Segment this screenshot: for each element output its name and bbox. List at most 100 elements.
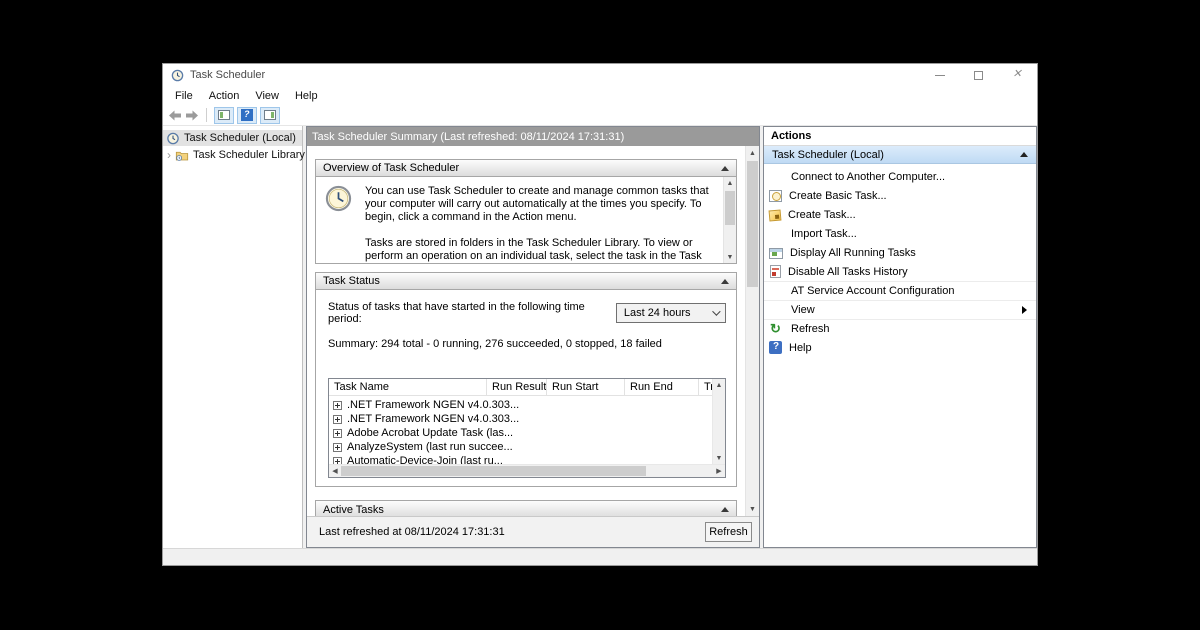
task-name-cell: .NET Framework NGEN v4.0.303... [347, 399, 519, 411]
scrollbar-thumb[interactable] [747, 161, 758, 287]
summary-footer: Last refreshed at 08/11/2024 17:31:31 Re… [307, 516, 759, 547]
expand-plus-icon[interactable] [333, 429, 342, 438]
overview-scrollbar[interactable] [723, 177, 736, 263]
scroll-up-icon[interactable] [724, 177, 736, 189]
action-item[interactable]: Create Task... [764, 205, 1036, 224]
forward-button[interactable] [185, 109, 199, 121]
table-horizontal-scrollbar[interactable] [329, 464, 725, 477]
minimize-button[interactable] [920, 64, 959, 86]
table-column-header[interactable]: Run End [625, 379, 699, 395]
refresh-button[interactable]: Refresh [705, 522, 752, 542]
chevron-right-icon[interactable]: › [167, 150, 171, 160]
console-body: Task Scheduler (Local) › Task Scheduler … [163, 126, 1037, 548]
action-item-label: View [791, 304, 815, 316]
summary-vertical-scrollbar[interactable] [745, 146, 759, 516]
overview-section-header[interactable]: Overview of Task Scheduler [316, 160, 736, 177]
scroll-up-icon[interactable] [746, 146, 759, 160]
action-icon [769, 190, 782, 202]
overview-text: You can use Task Scheduler to create and… [358, 177, 723, 263]
scroll-down-icon[interactable] [724, 251, 736, 263]
menu-item[interactable]: Action [201, 90, 248, 102]
tree-item-label: Task Scheduler (Local) [184, 132, 296, 144]
collapse-icon[interactable] [721, 507, 729, 512]
expand-plus-icon[interactable] [333, 401, 342, 410]
table-row[interactable]: Adobe Acrobat Update Task (las... [329, 426, 712, 440]
action-item[interactable]: Disable All Tasks History [764, 262, 1036, 281]
titlebar[interactable]: Task Scheduler [163, 64, 1037, 86]
scrollbar-track[interactable] [341, 465, 713, 477]
table-row[interactable]: .NET Framework NGEN v4.0.303... [329, 412, 712, 426]
scroll-up-icon[interactable] [713, 379, 725, 391]
maximize-button[interactable] [959, 64, 998, 86]
table-column-header[interactable]: Task Name [329, 379, 487, 395]
toolbar-separator [206, 108, 207, 122]
expand-plus-icon[interactable] [333, 457, 342, 465]
close-icon [1013, 70, 1023, 80]
close-button[interactable] [998, 64, 1037, 86]
desktop-background: Task Scheduler FileActionViewHelp [0, 0, 1200, 630]
toolbar [163, 105, 1037, 126]
maximize-icon [974, 71, 983, 80]
show-console-tree-button[interactable] [214, 107, 234, 124]
table-column-header[interactable]: Run Result [487, 379, 547, 395]
menu-item[interactable]: Help [287, 90, 326, 102]
table-column-header[interactable]: Run Start [547, 379, 625, 395]
action-item[interactable]: Import Task... [764, 224, 1036, 243]
task-name-cell: .NET Framework NGEN v4.0.303... [347, 413, 519, 425]
time-period-dropdown[interactable]: Last 24 hours [616, 303, 726, 323]
action-item[interactable]: Refresh [764, 319, 1036, 338]
tree-item-task-scheduler-local[interactable]: Task Scheduler (Local) [163, 130, 302, 146]
menubar: FileActionViewHelp [163, 86, 1037, 105]
window-title: Task Scheduler [190, 69, 265, 81]
action-icon [769, 303, 784, 317]
back-button[interactable] [168, 109, 182, 121]
action-item[interactable]: Connect to Another Computer... [764, 167, 1036, 186]
tree-item-task-scheduler-library[interactable]: › Task Scheduler Library [163, 147, 302, 163]
console-tree-icon [218, 110, 230, 120]
show-action-pane-button[interactable] [260, 107, 280, 124]
actions-list: Connect to Another Computer... Create Ba… [764, 164, 1036, 547]
overview-paragraph-1: You can use Task Scheduler to create and… [365, 185, 717, 224]
time-period-label: Status of tasks that have started in the… [328, 301, 616, 325]
action-item[interactable]: Create Basic Task... [764, 186, 1036, 205]
table-row[interactable]: AnalyzeSystem (last run succee... [329, 440, 712, 454]
scrollbar-thumb[interactable] [341, 466, 646, 476]
action-item-label: Create Task... [788, 209, 856, 221]
back-arrow-icon [168, 110, 182, 121]
scroll-down-icon[interactable] [713, 452, 725, 464]
collapse-icon[interactable] [721, 279, 729, 284]
action-icon [769, 248, 783, 259]
scrollbar-track[interactable] [724, 189, 736, 251]
help-toolbar-button[interactable] [237, 107, 257, 124]
action-icon [769, 284, 784, 298]
collapse-icon[interactable] [1020, 152, 1028, 157]
action-item[interactable]: View [764, 300, 1036, 319]
action-item[interactable]: Display All Running Tasks [764, 243, 1036, 262]
action-pane-icon [264, 110, 276, 120]
menu-item[interactable]: View [247, 90, 287, 102]
collapse-icon[interactable] [721, 166, 729, 171]
task-status-section-header[interactable]: Task Status [316, 273, 736, 290]
actions-panel: Actions Task Scheduler (Local) Connect t… [763, 126, 1037, 548]
scroll-left-icon[interactable] [329, 465, 341, 478]
action-item[interactable]: AT Service Account Configuration [764, 281, 1036, 300]
action-icon [769, 227, 784, 241]
scrollbar-thumb[interactable] [725, 191, 735, 225]
scroll-right-icon[interactable] [713, 465, 725, 478]
menu-item[interactable]: File [167, 90, 201, 102]
table-vertical-scrollbar[interactable] [712, 379, 725, 464]
scrollbar-track[interactable] [746, 160, 759, 502]
table-row[interactable]: .NET Framework NGEN v4.0.303... [329, 398, 712, 412]
action-item[interactable]: Help [764, 338, 1036, 357]
actions-group-header[interactable]: Task Scheduler (Local) [764, 146, 1036, 164]
table-column-header[interactable]: Triggered By [699, 379, 712, 395]
action-item-label: Connect to Another Computer... [791, 171, 945, 183]
scroll-down-icon[interactable] [746, 502, 759, 516]
table-row[interactable]: Automatic-Device-Join (last ru... [329, 454, 712, 464]
task-name-cell: Adobe Acrobat Update Task (las... [347, 427, 513, 439]
expand-plus-icon[interactable] [333, 415, 342, 424]
task-status-title: Task Status [323, 275, 380, 287]
active-tasks-section-header[interactable]: Active Tasks [316, 501, 736, 516]
expand-plus-icon[interactable] [333, 443, 342, 452]
table-rows: .NET Framework NGEN v4.0.303... .NET Fra… [329, 396, 712, 464]
